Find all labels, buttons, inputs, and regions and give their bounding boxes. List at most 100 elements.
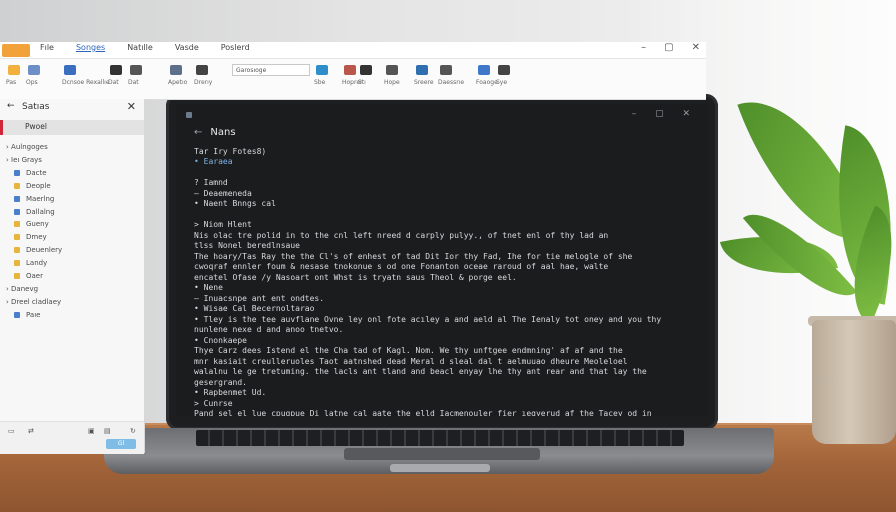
tab-3[interactable]: Vasde — [175, 43, 199, 52]
document-line: Pand sel el lue cpugpue Di latne cal aat… — [194, 409, 652, 416]
document-line: cwoqraf ennler foum & nesase tnokonue s … — [194, 262, 609, 271]
tab-2[interactable]: Natılle — [127, 43, 153, 52]
back-arrow-icon[interactable]: ← — [7, 101, 15, 111]
app-logo[interactable] — [2, 44, 30, 57]
sidebar-item[interactable]: › Aulngoges — [6, 143, 48, 151]
sidebar-item-label: Danevg — [11, 284, 39, 293]
comment-icon[interactable]: ▤ — [104, 427, 111, 435]
document-line: – Inuacsnpe ant ent ondtes. — [194, 293, 325, 303]
sidebar-item-label: Dmey — [26, 233, 47, 242]
plant-pot — [812, 320, 896, 444]
folder-icon — [14, 311, 20, 318]
ribbon-button-label: Sbe — [314, 79, 326, 86]
ribbon-button-label: Drerıy — [194, 79, 213, 86]
ribbon-button-label: Sreere — [414, 79, 434, 86]
folder-icon — [14, 195, 20, 202]
ribbon-button-icon[interactable] — [416, 65, 428, 75]
ribbon-button-label: Dcnsoe Rexallıe — [62, 79, 110, 86]
document-line: • Rapbenmet Ud. — [194, 388, 267, 397]
ribbon-button-icon[interactable] — [8, 65, 20, 75]
tab-1[interactable]: Songes — [76, 43, 105, 52]
font-field[interactable]: Garosıoge — [232, 64, 310, 76]
sidebar-item-selected[interactable]: Pwoel — [0, 120, 144, 135]
folder-icon — [14, 273, 20, 279]
sidebar-item[interactable]: › Ieı Grays — [6, 156, 42, 164]
sidebar-item[interactable]: Dmey — [14, 233, 47, 241]
minimize-button[interactable]: – — [641, 42, 646, 53]
screen-title: ← Nans — [194, 127, 698, 139]
sidebar-item-label: Deople — [26, 181, 51, 190]
sidebar-item-label: Oaer — [26, 272, 43, 280]
sidebar-item[interactable]: › Dreel cladlaey — [6, 298, 61, 306]
ribbon-button-icon[interactable] — [28, 65, 40, 75]
sidebar-item[interactable]: › Danevg — [6, 285, 38, 293]
sidebar-title: Satıas — [22, 102, 50, 112]
ribbon-button-label: Apetıo — [168, 79, 188, 86]
back-arrow-icon: ← — [194, 127, 203, 138]
sidebar-item-label: Paıe — [26, 310, 41, 319]
sidebar-item[interactable]: Deuenlery — [14, 246, 62, 254]
sidebar-item[interactable]: Maerlng — [14, 195, 54, 203]
sidebar-item[interactable]: Paıe — [14, 311, 40, 319]
ribbon-button-icon[interactable] — [344, 65, 356, 75]
document-line: ? Iamnd — [194, 178, 228, 187]
close-button[interactable]: ✕ — [692, 42, 700, 53]
document-line: encatel Ofase /y Nasoart ont Whst is try… — [194, 272, 517, 282]
folder-icon — [14, 169, 20, 176]
window-controls: – ▢ ✕ — [641, 42, 700, 53]
sidebar-item[interactable]: Dacte — [14, 169, 47, 177]
note-icon[interactable]: ▭ — [8, 427, 15, 435]
ribbon-button-label: Sye — [496, 79, 508, 86]
screen-window-controls[interactable]: – ▢ ✕ — [632, 109, 698, 119]
maximize-button[interactable]: ▢ — [664, 42, 673, 53]
menu-tabs: Fıle Songes Natılle Vasde Poslerd — [40, 43, 250, 52]
sidebar-item[interactable]: Dallalng — [14, 208, 55, 216]
sidebar-item-label: Dreel cladlaey — [11, 297, 62, 306]
ribbon-button-label: Daessrıe — [438, 79, 465, 86]
document-line: • Tley is the tee auvflane Ovne ley onl … — [194, 314, 662, 324]
ribbon-button-icon[interactable] — [478, 65, 490, 75]
ribbon-button-icon[interactable] — [316, 65, 328, 75]
ribbon-button-icon[interactable] — [64, 65, 76, 75]
folder-icon — [14, 260, 20, 267]
ribbon-button-icon[interactable] — [196, 65, 208, 75]
ribbon-button-icon[interactable] — [360, 65, 372, 75]
document-line: • Nene — [194, 283, 223, 292]
sidebar-item-label: Pwoel — [25, 122, 47, 131]
sidebar-item[interactable]: Oaer — [14, 272, 43, 280]
sidebar-item-label: Ieı Grays — [11, 155, 42, 164]
ribbon-button-label: Foaoge — [476, 79, 498, 86]
document-line: – Deaemeneda — [194, 188, 252, 198]
sidebar-item-label: Gueny — [26, 220, 49, 229]
ribbon-button-icon[interactable] — [386, 65, 398, 75]
document-line: Nis olac tre polid in to the cnl left nr… — [194, 230, 609, 240]
document-line: • Naent Bnngs cal — [194, 199, 276, 208]
sidebar-item[interactable]: Gueny — [14, 220, 49, 228]
ribbon-button-icon[interactable] — [440, 65, 452, 75]
ribbon-button-icon[interactable] — [110, 65, 122, 75]
app-titlebar: Fıle Songes Natılle Vasde Poslerd – ▢ ✕ — [0, 42, 706, 59]
sidebar-item-label: Dallalng — [26, 207, 55, 216]
document-line: The hoary/Tas Ray the the Cl's of enhest… — [194, 251, 633, 261]
ribbon-button-label: Ops — [26, 79, 38, 86]
ribbon-button-icon[interactable] — [130, 65, 142, 75]
sidebar-item[interactable]: Landy — [14, 259, 47, 267]
tab-4[interactable]: Poslerd — [221, 43, 250, 52]
image-icon[interactable]: ▣ — [88, 427, 95, 435]
laptop-keyboard — [196, 430, 684, 446]
laptop-trackpad — [344, 448, 540, 460]
settings-sidebar: ← Satıas ✕ Pwoel › Aulngoges › Ieı Grays D… — [0, 99, 145, 454]
close-icon[interactable]: ✕ — [127, 100, 136, 113]
share-icon[interactable]: ⇄ — [28, 427, 34, 435]
ribbon-button-icon[interactable] — [498, 65, 510, 75]
ribbon-button-label: Hope — [384, 79, 400, 86]
tab-0[interactable]: Fıle — [40, 43, 54, 52]
folder-icon — [14, 247, 20, 254]
ribbon-button-icon[interactable] — [170, 65, 182, 75]
folder-icon — [14, 182, 20, 189]
footer-button[interactable]: Gl — [106, 439, 136, 449]
sidebar-item[interactable]: Deople — [14, 182, 51, 190]
sync-icon[interactable]: ↻ — [130, 427, 136, 435]
ribbon-button-label: Dat — [128, 79, 139, 86]
